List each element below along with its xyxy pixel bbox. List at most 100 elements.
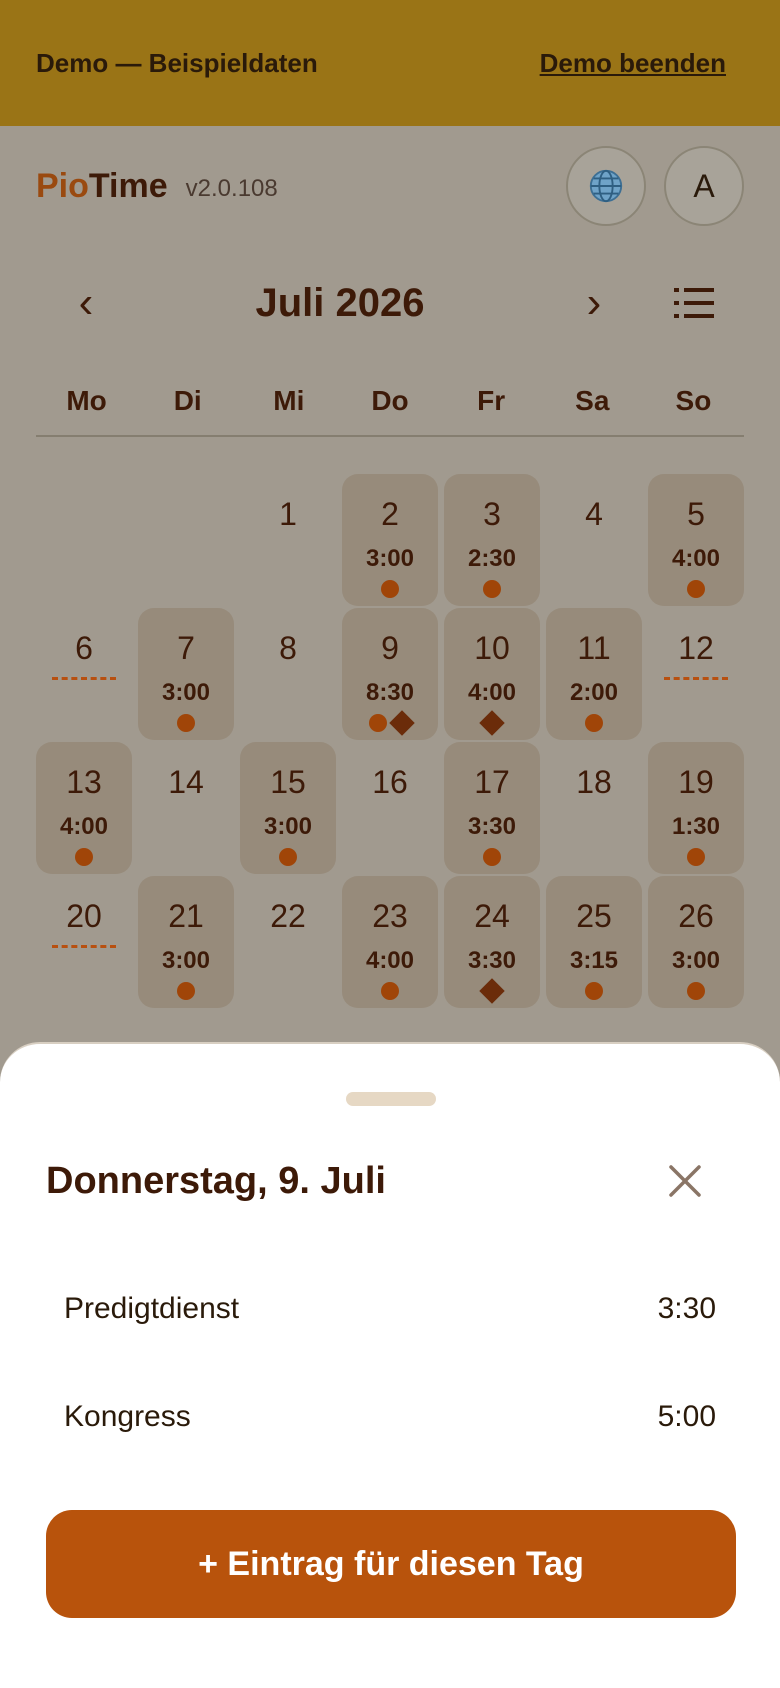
exit-demo-link[interactable]: Demo beenden — [540, 48, 726, 79]
globe-icon — [589, 169, 623, 203]
day-markers — [483, 577, 501, 601]
calendar-day[interactable]: 23 4:00 — [342, 876, 438, 1008]
calendar-day[interactable]: 24 3:30 — [444, 876, 540, 1008]
calendar-blank — [36, 474, 132, 608]
list-view-button[interactable] — [644, 285, 744, 321]
service-dot-icon — [483, 848, 501, 866]
avatar-button[interactable]: A — [664, 146, 744, 226]
demo-banner: Demo — Beispieldaten Demo beenden — [0, 0, 780, 126]
calendar-day[interactable]: 17 3:30 — [444, 742, 540, 874]
calendar-day[interactable]: 2 3:00 — [342, 474, 438, 606]
dashed-marker — [52, 945, 116, 948]
calendar-day[interactable]: 19 1:30 — [648, 742, 744, 874]
service-dot-icon — [687, 848, 705, 866]
avatar-letter: A — [693, 167, 715, 204]
service-dot-icon — [369, 714, 387, 732]
day-hours: 3:00 — [161, 679, 211, 706]
day-number: 6 — [75, 630, 93, 666]
calendar-grid: 1 2 3:00 3 2:30 4 5 4:00 6 7 3:00 8 9 8:30 10 4:00 11 2:0… — [36, 474, 744, 1010]
calendar-day[interactable]: 5 4:00 — [648, 474, 744, 606]
calendar-day[interactable]: 16 — [342, 742, 438, 874]
entry-row[interactable]: Kongress 5:00 — [64, 1400, 716, 1434]
day-markers — [483, 845, 501, 869]
day-number: 11 — [577, 630, 611, 666]
day-number: 13 — [66, 764, 102, 800]
day-number: 23 — [372, 898, 408, 934]
day-markers — [479, 978, 505, 1004]
calendar-day[interactable]: 10 4:00 — [444, 608, 540, 740]
calendar-day[interactable]: 15 3:00 — [240, 742, 336, 874]
day-number: 5 — [687, 496, 705, 532]
day-number: 14 — [168, 764, 204, 800]
calendar-day[interactable]: 25 3:15 — [546, 876, 642, 1008]
calendar-day[interactable]: 11 2:00 — [546, 608, 642, 740]
day-markers — [585, 711, 603, 735]
weekday-label: Di — [173, 385, 202, 416]
calendar-day[interactable]: 7 3:00 — [138, 608, 234, 740]
day-hours: 2:00 — [569, 679, 619, 706]
day-markers — [381, 577, 399, 601]
dashed-marker — [52, 677, 116, 680]
special-diamond-icon — [479, 978, 505, 1004]
day-markers — [585, 979, 603, 1003]
weekday-label: Sa — [575, 385, 610, 416]
calendar-day[interactable]: 18 — [546, 742, 642, 874]
calendar-day[interactable]: 26 3:00 — [648, 876, 744, 1008]
day-markers — [279, 845, 297, 869]
special-diamond-icon — [389, 710, 415, 736]
list-icon — [674, 288, 714, 318]
add-entry-button[interactable]: + Eintrag für diesen Tag — [46, 1510, 736, 1618]
day-hours: 3:00 — [263, 813, 313, 840]
day-hours: 3:30 — [467, 813, 517, 840]
service-dot-icon — [585, 982, 603, 1000]
day-number: 16 — [372, 764, 408, 800]
day-hours: 4:00 — [671, 545, 721, 572]
day-number: 20 — [66, 898, 102, 934]
service-dot-icon — [483, 580, 501, 598]
service-dot-icon — [177, 714, 195, 732]
day-detail-sheet: Donnerstag, 9. Juli Predigtdienst 3:30 K… — [0, 1042, 780, 1688]
day-number: 10 — [474, 630, 510, 666]
day-number: 19 — [678, 764, 714, 800]
calendar-day[interactable]: 9 8:30 — [342, 608, 438, 740]
entry-row[interactable]: Predigtdienst 3:30 — [64, 1292, 716, 1326]
brand-part-2: Time — [88, 166, 168, 205]
calendar-day[interactable]: 14 — [138, 742, 234, 874]
sheet-title: Donnerstag, 9. Juli — [46, 1160, 386, 1202]
calendar-day[interactable]: 1 — [240, 474, 336, 606]
day-number: 21 — [168, 898, 204, 934]
service-dot-icon — [279, 848, 297, 866]
day-hours: 3:00 — [671, 947, 721, 974]
day-number: 17 — [474, 764, 510, 800]
day-number: 4 — [585, 496, 603, 532]
calendar-day[interactable]: 8 — [240, 608, 336, 740]
day-hours: 1:30 — [671, 813, 721, 840]
service-dot-icon — [687, 580, 705, 598]
calendar-day[interactable]: 20 — [36, 876, 132, 1008]
next-month-button[interactable]: › — [544, 278, 644, 328]
entry-label: Kongress — [64, 1400, 191, 1433]
calendar-day[interactable]: 6 — [36, 608, 132, 740]
entry-label: Predigtdienst — [64, 1292, 240, 1325]
calendar-day[interactable]: 3 2:30 — [444, 474, 540, 606]
calendar-day[interactable]: 13 4:00 — [36, 742, 132, 874]
language-button[interactable] — [566, 146, 646, 226]
day-number: 25 — [576, 898, 612, 934]
close-sheet-button[interactable] — [660, 1156, 710, 1206]
prev-month-button[interactable]: ‹ — [36, 278, 136, 328]
calendar-day[interactable]: 12 — [648, 608, 744, 740]
version-label: v2.0.108 — [185, 175, 278, 202]
day-hours: 3:30 — [467, 947, 517, 974]
weekday-label: Mo — [66, 385, 107, 416]
service-dot-icon — [381, 580, 399, 598]
day-number: 8 — [279, 630, 297, 666]
service-dot-icon — [75, 848, 93, 866]
day-hours: 4:00 — [467, 679, 517, 706]
calendar-day[interactable]: 22 — [240, 876, 336, 1008]
sheet-drag-handle[interactable] — [346, 1092, 436, 1106]
day-number: 15 — [270, 764, 306, 800]
day-number: 12 — [678, 630, 714, 666]
day-number: 3 — [483, 496, 501, 532]
calendar-day[interactable]: 4 — [546, 474, 642, 606]
calendar-day[interactable]: 21 3:00 — [138, 876, 234, 1008]
